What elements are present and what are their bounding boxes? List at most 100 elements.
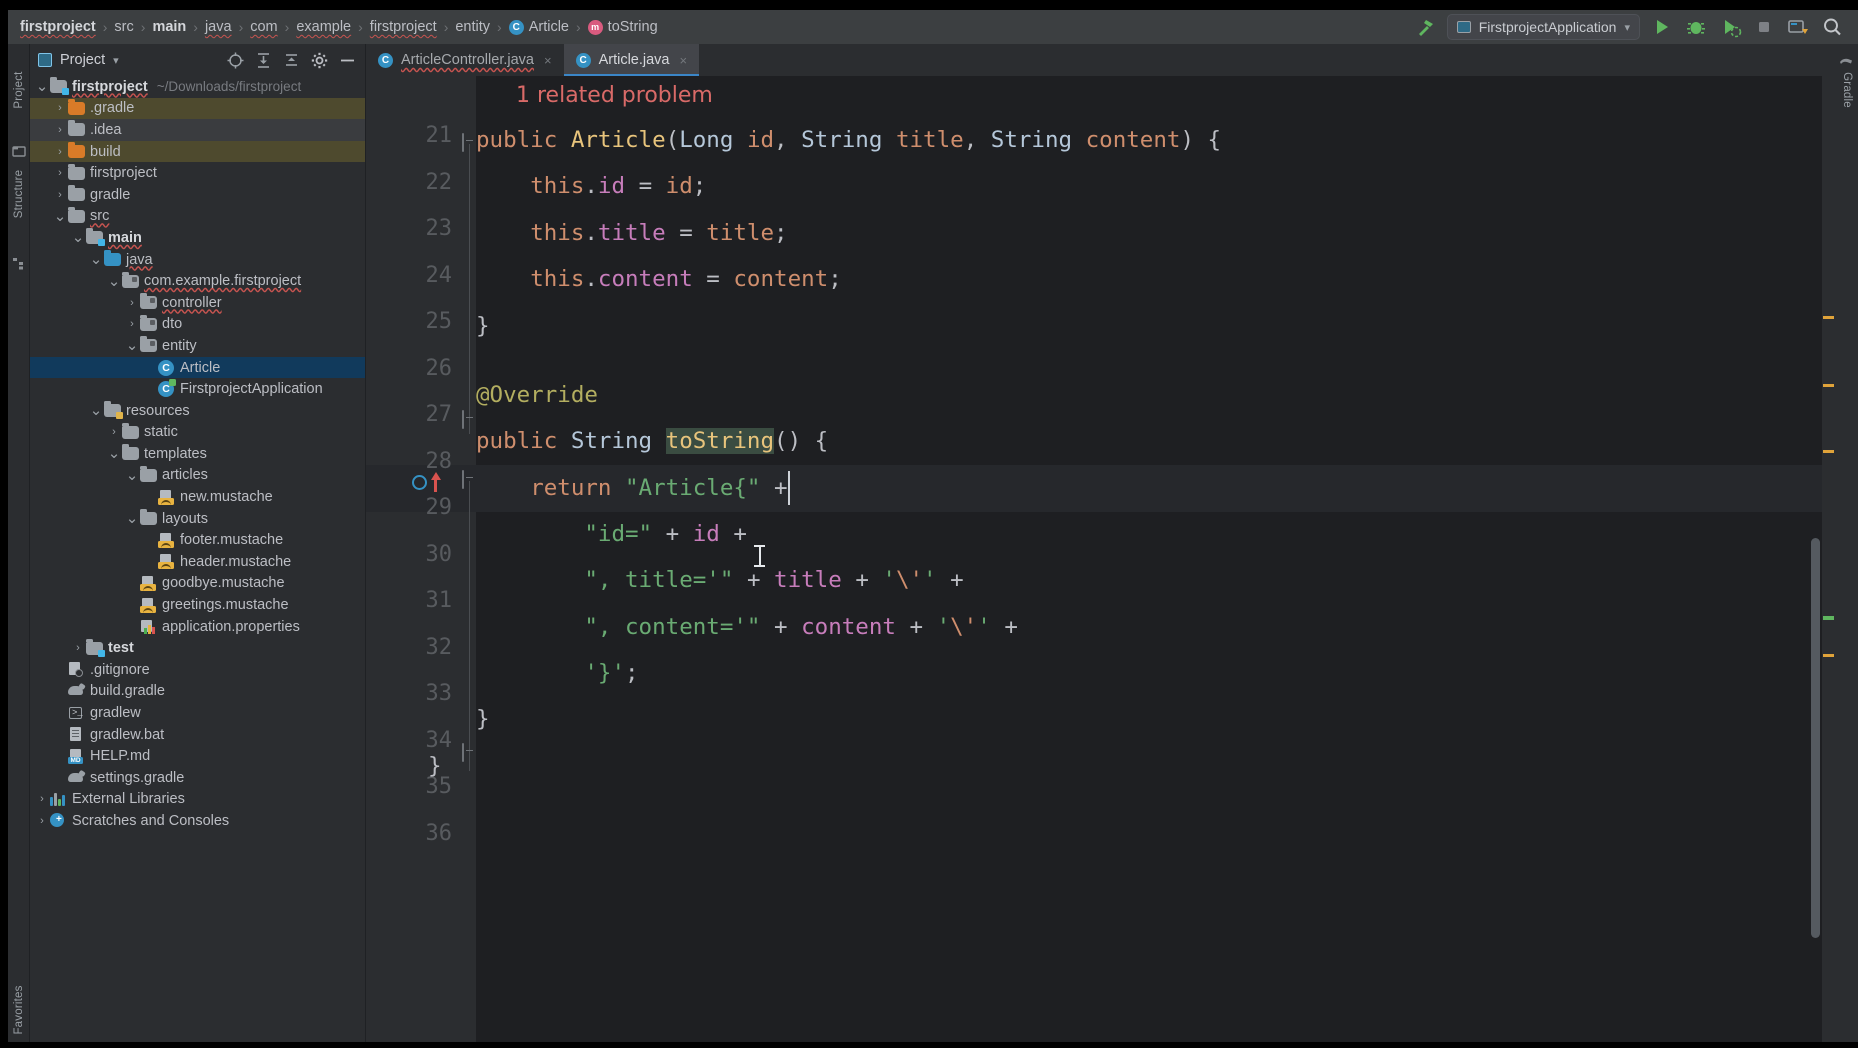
chevron-down-icon[interactable]: ⌄ [106,446,122,461]
error-stripe[interactable] [1823,316,1834,319]
editor-tab-articlecontroller[interactable]: C ArticleController.java × [366,44,564,76]
tree-item-firstproject[interactable]: › firstproject [30,162,365,184]
breadcrumb-item-example[interactable]: example [292,17,355,37]
chevron-right-icon[interactable]: › [70,642,86,654]
tree-item-src[interactable]: ⌄ src [30,206,365,228]
error-stripe[interactable] [1823,616,1834,620]
breadcrumb-item-tostring[interactable]: m toString [584,17,662,37]
run-configuration-selector[interactable]: FirstprojectApplication ▾ [1446,14,1640,40]
breadcrumb-item-main[interactable]: main [148,17,190,37]
services-icon[interactable] [1786,15,1810,39]
chevron-right-icon[interactable]: › [52,124,68,136]
tree-item-application-properties[interactable]: application.properties [30,616,365,638]
chevron-down-icon[interactable]: ⌄ [106,274,122,289]
tree-item-gradlew[interactable]: >_ gradlew [30,702,365,724]
run-with-coverage-button[interactable] [1718,15,1742,39]
tree-item-dto[interactable]: › dto [30,314,365,336]
tree-item-goodbye-mustache[interactable]: goodbye.mustache [30,573,365,595]
tool-window-favorites[interactable]: Favorites [13,983,25,1037]
tree-item-entity[interactable]: ⌄ entity [30,335,365,357]
code-editor[interactable]: 2021222324252627282930313233343536 1 rel… [366,76,1836,1042]
inlay-related-problem[interactable]: 1 related problem [516,76,713,120]
build-hammer-icon[interactable] [1415,16,1437,38]
tree-item-firstproject[interactable]: ⌄ firstproject ~/Downloads/firstproject [30,76,365,98]
tool-window-gradle[interactable]: Gradle [1841,63,1853,117]
tree-item-com-example-firstproject[interactable]: ⌄ com.example.firstproject [30,270,365,292]
search-everywhere-icon[interactable] [1820,15,1844,39]
tree-item-build-gradle[interactable]: build.gradle [30,681,365,703]
error-stripe[interactable] [1823,450,1834,453]
chevron-right-icon[interactable]: › [106,426,122,438]
project-tree[interactable]: ⌄ firstproject ~/Downloads/firstproject › .g… [30,76,365,1026]
tree-item-settings-gradle[interactable]: settings.gradle [30,767,365,789]
tree-item-gradle[interactable]: › gradle [30,184,365,206]
chevron-down-icon[interactable]: ⌄ [124,468,140,483]
breadcrumb-item-article[interactable]: C Article [505,17,573,37]
breadcrumb-item-firstproject-pkg[interactable]: firstproject [366,17,441,37]
tree-item-static[interactable]: › static [30,422,365,444]
tree-item-gitignore[interactable]: .gitignore [30,659,365,681]
expand-all-icon[interactable] [255,52,271,68]
chevron-right-icon[interactable]: › [52,146,68,158]
run-button[interactable] [1650,15,1674,39]
tool-window-structure[interactable]: Structure [13,167,25,221]
chevron-down-icon[interactable]: ⌄ [88,403,104,418]
chevron-right-icon[interactable]: › [124,318,140,330]
tree-item-layouts[interactable]: ⌄ layouts [30,508,365,530]
tree-item-header-mustache[interactable]: header.mustache [30,551,365,573]
tree-item-scratches-and-consoles[interactable]: › + Scratches and Consoles [30,810,365,832]
breadcrumb-item-firstproject[interactable]: firstproject [16,17,100,37]
chevron-right-icon[interactable]: › [34,793,50,805]
tree-item-greetings-mustache[interactable]: greetings.mustache [30,594,365,616]
chevron-right-icon[interactable]: › [52,102,68,114]
tree-item-controller[interactable]: › controller [30,292,365,314]
chevron-right-icon[interactable]: › [124,297,140,309]
chevron-right-icon[interactable]: › [34,815,50,827]
close-icon[interactable]: × [544,53,552,68]
close-icon[interactable]: × [680,53,688,68]
tree-item-external-libraries[interactable]: › External Libraries [30,789,365,811]
tree-item-gradle[interactable]: › .gradle [30,97,365,120]
gear-icon[interactable] [311,52,328,69]
chevron-down-icon[interactable]: ⌄ [124,338,140,353]
breadcrumb-item-com[interactable]: com [246,17,281,37]
chevron-right-icon[interactable]: › [52,189,68,201]
tree-item-article[interactable]: C Article [30,356,365,379]
editor-fold-gutter[interactable] [464,76,476,1042]
chevron-down-icon[interactable]: ⌄ [124,511,140,526]
collapse-all-icon[interactable] [283,52,299,68]
error-stripe-lane[interactable] [1822,76,1836,1042]
editor-vertical-scrollbar[interactable] [1811,538,1820,938]
tree-item-gradlew-bat[interactable]: gradlew.bat [30,724,365,746]
tree-item-footer-mustache[interactable]: footer.mustache [30,529,365,551]
tree-item-build[interactable]: › build [30,140,365,163]
hide-panel-icon[interactable] [339,52,355,68]
tree-item-new-mustache[interactable]: new.mustache [30,486,365,508]
breadcrumb-item-entity[interactable]: entity [451,17,494,37]
breadcrumb-item-java[interactable]: java [201,17,236,37]
tool-window-project[interactable]: Project [13,63,25,117]
stop-button[interactable] [1752,15,1776,39]
error-stripe[interactable] [1823,384,1834,387]
chevron-right-icon[interactable]: › [52,167,68,179]
tree-item-firstprojectapplication[interactable]: C FirstprojectApplication [30,378,365,400]
chevron-down-icon[interactable]: ⌄ [34,79,50,94]
project-panel-title-group[interactable]: Project ▾ [38,52,119,68]
tree-item-java[interactable]: ⌄ java [30,249,365,271]
chevron-down-icon[interactable]: ⌄ [52,209,68,224]
tree-item-resources[interactable]: ⌄ resources [30,400,365,422]
tree-item-help-md[interactable]: MD HELP.md [30,745,365,767]
breadcrumb-item-src[interactable]: src [110,17,137,37]
locate-icon[interactable] [227,52,244,69]
code-content[interactable]: 1 related problem public Article(Long id… [428,76,1836,1042]
tree-item-articles[interactable]: ⌄ articles [30,465,365,487]
editor-tab-article[interactable]: C Article.java × [563,44,700,76]
error-stripe[interactable] [1823,654,1834,657]
chevron-down-icon[interactable]: ⌄ [88,252,104,267]
debug-button[interactable] [1684,15,1708,39]
tree-item-templates[interactable]: ⌄ templates [30,443,365,465]
chevron-down-icon[interactable]: ⌄ [70,230,86,245]
tree-item-main[interactable]: ⌄ main [30,227,365,249]
tree-item-idea[interactable]: › .idea [30,119,365,141]
tree-item-test[interactable]: › test [30,637,365,659]
